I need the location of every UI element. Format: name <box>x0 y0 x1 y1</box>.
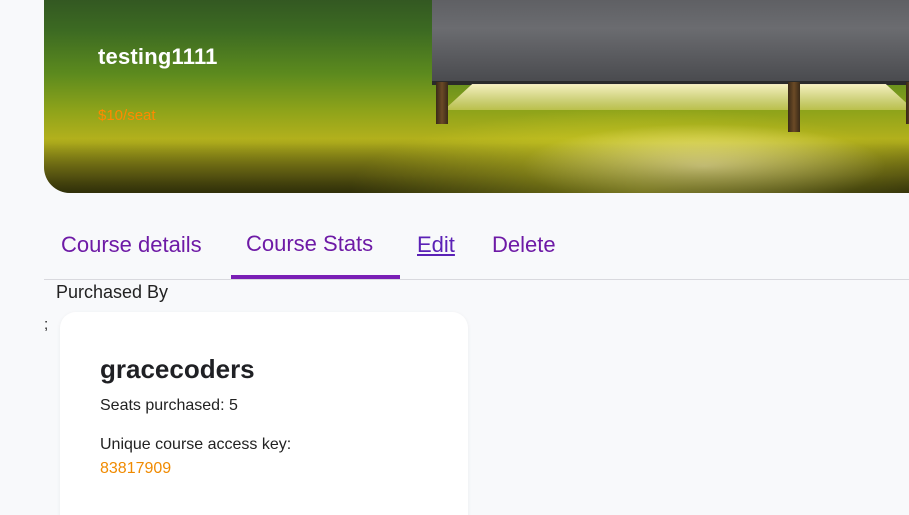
purchaser-name: gracecoders <box>100 354 255 384</box>
course-hero-banner <box>44 0 909 193</box>
tab-course-details[interactable]: Course details <box>61 232 202 258</box>
tab-course-stats[interactable]: Course Stats <box>246 231 373 257</box>
course-tabs: Course details Course Stats Edit Delete <box>44 220 909 280</box>
access-key-value: 83817909 <box>100 460 172 477</box>
seats-purchased: Seats purchased: 5 <box>100 397 238 414</box>
access-key-label: Unique course access key: <box>100 436 292 453</box>
hero-image-leg <box>788 82 800 132</box>
stray-semicolon: ; <box>44 316 49 333</box>
hero-image-leg <box>436 82 448 124</box>
active-tab-indicator <box>231 275 400 279</box>
hero-image-glow <box>444 84 909 110</box>
purchased-by-heading: Purchased By <box>56 282 169 302</box>
tab-edit-link[interactable]: Edit <box>417 232 455 258</box>
purchase-card: gracecoders Seats purchased: 5 Unique co… <box>60 312 468 515</box>
hero-image-shadow <box>44 143 909 193</box>
course-price: $10/seat <box>98 107 156 124</box>
tab-delete[interactable]: Delete <box>492 232 556 258</box>
course-title: testing1111 <box>98 44 218 69</box>
course-page: testing1111 $10/seat Course details Cour… <box>0 0 909 515</box>
hero-image-seat <box>432 0 909 85</box>
